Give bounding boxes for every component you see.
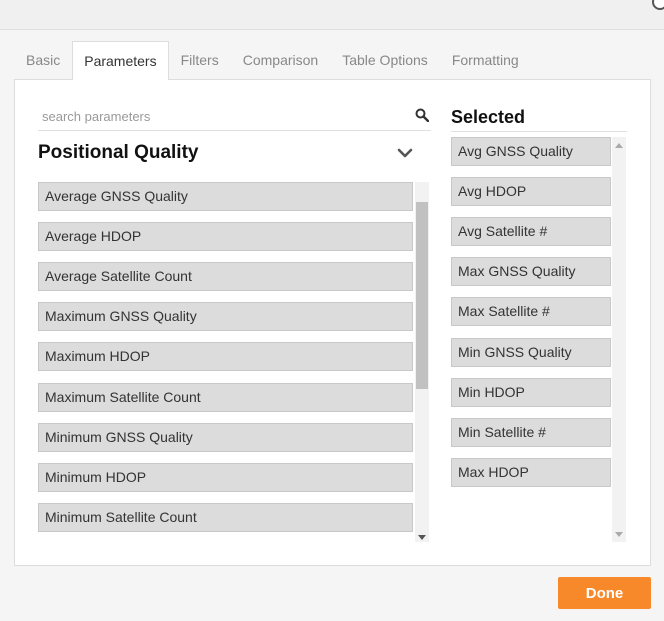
parameter-item-minimum-gnss-quality[interactable]: Minimum GNSS Quality [38, 423, 413, 452]
parameters-content: Positional Quality Average GNSS Quality … [14, 79, 651, 566]
selected-item-min-gnss-quality[interactable]: Min GNSS Quality [451, 338, 611, 367]
parameter-list: Average GNSS Quality Average HDOP Averag… [38, 182, 413, 542]
selected-item-avg-hdop[interactable]: Avg HDOP [451, 177, 611, 206]
parameter-list-scrollbar[interactable] [415, 182, 429, 542]
scroll-down-arrow-icon[interactable] [615, 532, 623, 537]
parameter-item-maximum-satellite-count[interactable]: Maximum Satellite Count [38, 383, 413, 412]
chevron-down-icon[interactable] [397, 146, 413, 160]
selected-item-avg-satellite[interactable]: Avg Satellite # [451, 217, 611, 246]
selected-item-max-hdop[interactable]: Max HDOP [451, 458, 611, 487]
tab-bar: Basic Parameters Filters Comparison Tabl… [14, 41, 531, 80]
selected-item-avg-gnss-quality[interactable]: Avg GNSS Quality [451, 137, 611, 166]
scrollbar-thumb[interactable] [416, 202, 428, 389]
parameter-item-average-hdop[interactable]: Average HDOP [38, 222, 413, 251]
selected-list: Avg GNSS Quality Avg HDOP Avg Satellite … [451, 137, 611, 542]
selected-list-scrollbar[interactable] [612, 137, 626, 542]
scroll-up-arrow-icon[interactable] [615, 143, 623, 148]
dialog-titlebar [0, 0, 664, 30]
parameter-item-minimum-satellite-count[interactable]: Minimum Satellite Count [38, 503, 413, 532]
tab-parameters[interactable]: Parameters [72, 41, 169, 80]
parameter-item-average-satellite-count[interactable]: Average Satellite Count [38, 262, 413, 291]
selected-item-max-satellite[interactable]: Max Satellite # [451, 297, 611, 326]
parameter-item-maximum-gnss-quality[interactable]: Maximum GNSS Quality [38, 302, 413, 331]
dialog-panel: Basic Parameters Filters Comparison Tabl… [0, 30, 664, 621]
parameter-item-average-gnss-quality[interactable]: Average GNSS Quality [38, 182, 413, 211]
selected-title: Selected [451, 102, 627, 132]
search-input[interactable] [38, 103, 398, 129]
done-button[interactable]: Done [558, 577, 651, 609]
tab-formatting[interactable]: Formatting [440, 41, 531, 80]
parameter-item-minimum-hdop[interactable]: Minimum HDOP [38, 463, 413, 492]
search-box [38, 103, 431, 131]
tab-comparison[interactable]: Comparison [231, 41, 330, 80]
selected-item-min-hdop[interactable]: Min HDOP [451, 378, 611, 407]
tab-filters[interactable]: Filters [169, 41, 231, 80]
tab-table-options[interactable]: Table Options [330, 41, 440, 80]
group-title: Positional Quality [38, 142, 199, 163]
group-header-positional-quality[interactable]: Positional Quality [38, 138, 413, 168]
selected-item-max-gnss-quality[interactable]: Max GNSS Quality [451, 257, 611, 286]
close-icon[interactable] [652, 0, 664, 10]
tab-basic[interactable]: Basic [14, 41, 72, 80]
selected-item-min-satellite[interactable]: Min Satellite # [451, 418, 611, 447]
search-icon[interactable] [415, 108, 429, 122]
scroll-down-arrow-icon[interactable] [418, 535, 426, 540]
parameter-item-maximum-hdop[interactable]: Maximum HDOP [38, 342, 413, 371]
